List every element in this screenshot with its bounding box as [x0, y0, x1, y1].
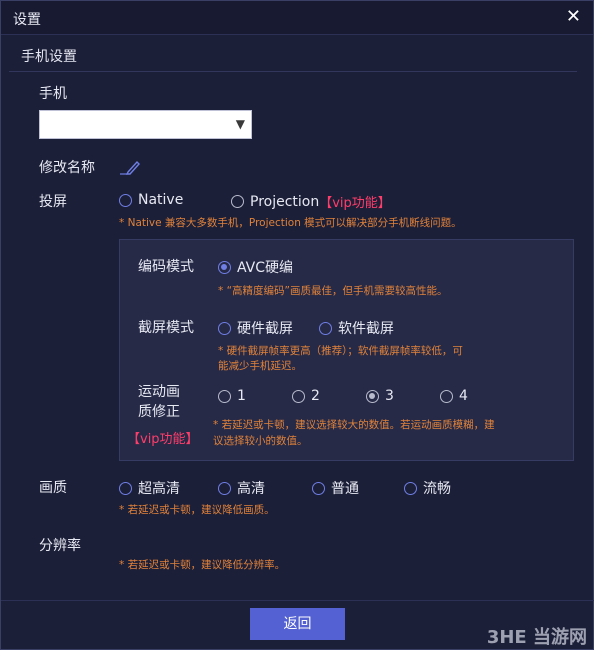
radio-circle-icon [119, 193, 132, 207]
radio-motion-2-label: 2 [311, 388, 320, 404]
radio-selected-icon [218, 260, 231, 274]
close-icon[interactable]: ✕ [566, 6, 581, 27]
radio-circle-icon [292, 389, 305, 403]
radio-motion-2[interactable]: 2 [292, 388, 320, 404]
motion-note-line1: * 若延迟或卡顿，建议选择较大的数值。若运动画质模糊，建 [213, 419, 495, 431]
settings-dialog: 设置 ✕ 手机设置 手机 ▼ 修改名称 投屏 Native Projection… [0, 0, 594, 650]
radio-quality-smooth[interactable]: 流畅 [404, 478, 451, 498]
capture-label: 截屏模式 [138, 320, 194, 336]
chevron-down-icon: ▼ [235, 117, 245, 131]
radio-hw-capture[interactable]: 硬件截屏 [218, 318, 293, 338]
radio-quality-normal[interactable]: 普通 [312, 478, 359, 498]
radio-sw-capture[interactable]: 软件截屏 [319, 318, 394, 338]
radio-circle-icon [319, 321, 332, 335]
encode-label: 编码模式 [138, 259, 194, 275]
footer-divider [1, 600, 594, 601]
radio-quality-uhd[interactable]: 超高清 [119, 478, 180, 498]
radio-circle-icon [404, 481, 417, 495]
radio-quality-hd-label: 高清 [237, 481, 265, 497]
quality-label: 画质 [39, 480, 67, 496]
title-bar: 设置 ✕ [1, 1, 593, 35]
radio-motion-1[interactable]: 1 [218, 388, 246, 404]
resolution-label: 分辨率 [39, 538, 81, 554]
radio-selected-icon [366, 389, 379, 403]
radio-native[interactable]: Native [119, 192, 183, 208]
radio-circle-icon [312, 481, 325, 495]
radio-avc-label: AVC硬编 [237, 260, 294, 276]
radio-quality-smooth-label: 流畅 [423, 481, 451, 497]
motion-label-line1: 运动画 [138, 384, 180, 400]
capture-note-line1: * 硬件截屏帧率更高（推荐）；软件截屏帧率较低，可 [218, 345, 463, 357]
resolution-note: * 若延迟或卡顿，建议降低分辨率。 [119, 559, 286, 571]
radio-circle-icon [218, 389, 231, 403]
phone-select[interactable]: ▼ [39, 110, 252, 139]
vip-badge: 【vip功能】 [127, 432, 199, 447]
capture-note-line2: 能减少手机延迟。 [218, 360, 302, 372]
pencil-icon[interactable] [119, 159, 141, 175]
radio-sw-capture-label: 软件截屏 [338, 321, 394, 337]
vip-badge: 【vip功能】 [319, 196, 391, 211]
radio-circle-icon [218, 321, 231, 335]
radio-circle-icon [119, 481, 132, 495]
encode-note: * “高精度编码”画质最佳，但手机需要较高性能。 [218, 285, 448, 297]
cast-note: * Native 兼容大多数手机，Projection 模式可以解决部分手机断线… [119, 217, 462, 229]
dialog-title: 设置 [13, 12, 41, 28]
section-title: 手机设置 [21, 49, 77, 65]
radio-circle-icon [440, 389, 453, 403]
radio-hw-capture-label: 硬件截屏 [237, 321, 293, 337]
radio-quality-hd[interactable]: 高清 [218, 478, 265, 498]
motion-note-line2: 议选择较小的数值。 [213, 435, 308, 447]
motion-label-line2: 质修正 [138, 404, 180, 420]
radio-quality-uhd-label: 超高清 [138, 481, 180, 497]
radio-projection[interactable]: Projection 【vip功能】 [231, 192, 391, 211]
radio-native-label: Native [138, 192, 184, 208]
radio-motion-3[interactable]: 3 [366, 388, 394, 404]
radio-motion-3-label: 3 [385, 388, 394, 404]
radio-circle-icon [218, 481, 231, 495]
radio-motion-1-label: 1 [237, 388, 246, 404]
radio-circle-icon [231, 195, 244, 208]
rename-label: 修改名称 [39, 160, 95, 176]
radio-quality-normal-label: 普通 [331, 481, 359, 497]
section-divider [9, 71, 577, 72]
radio-motion-4[interactable]: 4 [440, 388, 468, 404]
radio-projection-label: Projection [250, 193, 320, 210]
phone-label: 手机 [39, 86, 67, 102]
back-button[interactable]: 返回 [250, 608, 345, 640]
cast-label: 投屏 [39, 194, 67, 210]
radio-avc[interactable]: AVC硬编 [218, 257, 293, 277]
watermark-logo: 3HE 当游网 [486, 627, 587, 648]
radio-motion-4-label: 4 [459, 388, 468, 404]
quality-note: * 若延迟或卡顿，建议降低画质。 [119, 504, 275, 516]
